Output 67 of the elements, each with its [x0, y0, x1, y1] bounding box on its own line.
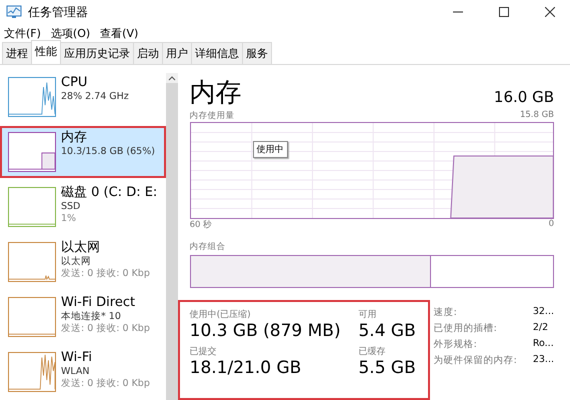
- device-name: 内存: [61, 130, 88, 146]
- tooltip: 使用中: [252, 141, 288, 158]
- device-detail: SSD: [61, 201, 82, 213]
- close-icon: [545, 7, 555, 17]
- device-detail: 10.3/15.8 GB (65%): [61, 146, 155, 158]
- device-name: 以太网: [61, 240, 101, 256]
- tab[interactable]: 启动: [133, 42, 163, 64]
- device-detail: 28% 2.74 GHz: [61, 91, 129, 103]
- info-label: 速度:: [434, 306, 458, 319]
- axis-min-label: 0: [548, 219, 554, 231]
- device-detail: 本地连接* 10: [61, 311, 122, 323]
- sidebar-item[interactable]: 内存 10.3/15.8 GB (65%): [0, 126, 166, 178]
- graph-thumbnail: [8, 297, 56, 337]
- stat-value: 5.4 GB: [358, 321, 417, 341]
- info-value: Ro...: [532, 338, 554, 351]
- info-label: 已使用的插槽:: [434, 322, 498, 335]
- menu-item[interactable]: 文件(F): [4, 26, 41, 40]
- sidebar-item[interactable]: CPU 28% 2.74 GHz: [0, 71, 166, 123]
- device-detail: WLAN: [61, 366, 91, 378]
- graph-thumbnail: [8, 77, 56, 117]
- graph-thumbnail: [8, 187, 56, 227]
- tab[interactable]: 应用历史记录: [60, 42, 134, 64]
- tab[interactable]: 服务: [242, 42, 272, 64]
- panel-title: 内存: [190, 77, 242, 110]
- sidebar-item[interactable]: Wi-Fi WLAN 发送: 0 接收: 0 Kbp: [0, 346, 166, 398]
- stat-label: 可用: [358, 309, 378, 321]
- info-value: 23...: [532, 354, 554, 367]
- total-memory: 16.0 GB: [494, 88, 554, 106]
- sidebar-item[interactable]: 以太网 以太网 发送: 0 接收: 0 Kbp: [0, 236, 166, 288]
- device-detail: 1%: [61, 213, 78, 225]
- device-name: 磁盘 0 (C: D: E:: [61, 185, 158, 201]
- stat-label: 已提交: [190, 346, 218, 358]
- device-detail: 发送: 0 接收: 0 Kbp: [61, 268, 150, 280]
- menu-item[interactable]: 查看(V): [100, 26, 138, 40]
- device-name: Wi-Fi Direct: [61, 295, 136, 311]
- tab[interactable]: 进程: [2, 42, 32, 64]
- info-label: 外形规格:: [434, 338, 478, 351]
- sidebar-item[interactable]: Wi-Fi Direct 本地连接* 10 发送: 0 接收: 0 Kbp: [0, 291, 166, 343]
- composition-label: 内存组合: [190, 241, 227, 253]
- info-value: 32...: [532, 306, 554, 319]
- tab[interactable]: 详细信息: [191, 42, 243, 64]
- time-span-label: 60 秒: [190, 219, 212, 231]
- device-detail: 发送: 0 接收: 0 Kbp: [61, 378, 150, 390]
- device-name: CPU: [61, 75, 88, 91]
- device-name: Wi-Fi: [61, 350, 94, 366]
- menu-item[interactable]: 选项(O): [50, 26, 90, 40]
- device-detail: 发送: 0 接收: 0 Kbp: [61, 323, 150, 335]
- tab[interactable]: 用户: [162, 42, 192, 64]
- stat-value: 5.5 GB: [358, 358, 417, 378]
- scrollbar[interactable]: [166, 73, 178, 400]
- stat-label: 使用中(已压缩): [190, 308, 252, 321]
- chart-label: 内存使用量: [190, 110, 235, 122]
- device-detail: 以太网: [61, 256, 92, 268]
- axis-max-label: 15.8 GB: [520, 110, 554, 122]
- graph-thumbnail: [8, 352, 56, 392]
- stat-value: 18.1/21.0 GB: [190, 358, 302, 378]
- maximize-icon: [499, 7, 509, 17]
- info-value: 2/2: [532, 322, 550, 335]
- graph-thumbnail: [8, 132, 56, 172]
- stat-label: 已缓存: [358, 346, 386, 358]
- sidebar-item[interactable]: 磁盘 0 (C: D: E: SSD 1%: [0, 181, 166, 233]
- scroll-up-icon[interactable]: [166, 73, 178, 83]
- stat-value: 10.3 GB (879 MB): [190, 321, 342, 341]
- info-label: 为硬件保留的内存:: [434, 354, 517, 367]
- window-title: 任务管理器: [28, 4, 89, 20]
- app-icon: [6, 5, 22, 19]
- graph-thumbnail: [8, 242, 56, 282]
